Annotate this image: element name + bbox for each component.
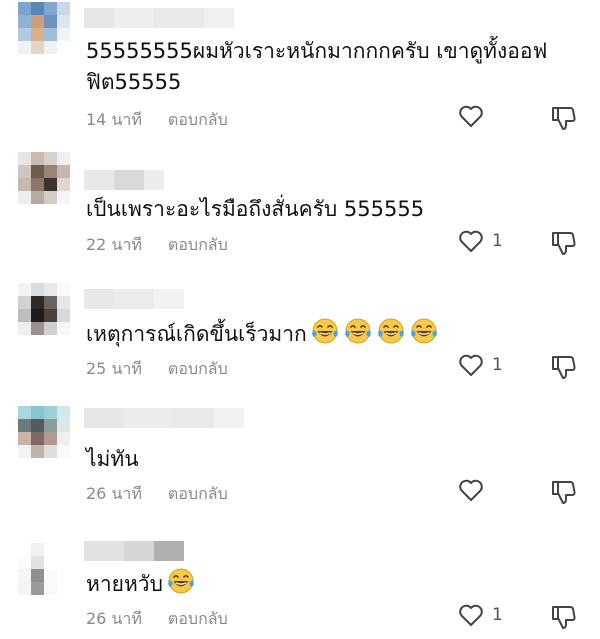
username-blurred[interactable] bbox=[84, 289, 184, 309]
heart-icon bbox=[459, 604, 483, 626]
dislike-button[interactable] bbox=[550, 353, 578, 385]
heart-icon bbox=[459, 354, 483, 376]
comment-time: 26 นาที bbox=[86, 484, 142, 503]
like-button[interactable] bbox=[458, 104, 492, 128]
thumbs-down-icon bbox=[552, 606, 576, 629]
like-button[interactable] bbox=[458, 478, 492, 502]
avatar[interactable] bbox=[18, 543, 70, 595]
reply-button[interactable]: ตอบกลับ bbox=[168, 482, 228, 507]
reply-button[interactable]: ตอบกลับ bbox=[168, 357, 228, 382]
thumbs-down-icon bbox=[552, 356, 576, 379]
username-blurred[interactable] bbox=[84, 170, 164, 190]
face-with-tears-of-joy-icon bbox=[410, 318, 437, 344]
thumbs-down-icon bbox=[552, 107, 576, 130]
like-button[interactable]: 1 bbox=[458, 353, 503, 377]
reply-button[interactable]: ตอบกลับ bbox=[168, 607, 228, 632]
comment-text: หายหวับ bbox=[86, 567, 566, 600]
username-blurred[interactable] bbox=[84, 408, 244, 428]
comment-meta: 14 นาที ตอบกลับ bbox=[86, 108, 228, 133]
dislike-button[interactable] bbox=[550, 229, 578, 261]
dislike-button[interactable] bbox=[550, 603, 578, 635]
thumbs-down-icon bbox=[552, 481, 576, 504]
comment-time: 25 นาที bbox=[86, 359, 142, 378]
username-blurred[interactable] bbox=[84, 8, 234, 28]
emoji-group bbox=[307, 318, 439, 346]
comment-time: 14 นาที bbox=[86, 110, 142, 129]
comment-time: 26 นาที bbox=[86, 609, 142, 628]
comment-text: เป็นเพราะอะไรมือถึงสั่นครับ 555555 bbox=[86, 197, 425, 221]
reply-button[interactable]: ตอบกลับ bbox=[168, 233, 228, 258]
heart-icon bbox=[459, 479, 483, 501]
heart-icon bbox=[459, 230, 483, 252]
avatar[interactable] bbox=[18, 406, 70, 458]
face-with-tears-of-joy-icon bbox=[311, 318, 338, 344]
like-button[interactable]: 1 bbox=[458, 229, 503, 253]
like-count: 1 bbox=[492, 605, 503, 625]
face-with-tears-of-joy-icon bbox=[168, 568, 194, 594]
face-with-tears-of-joy-icon bbox=[377, 318, 404, 344]
comment-text: 55555555ผมหัวเราะหนักมากกกครับ เขาดูทั้ง… bbox=[86, 39, 548, 94]
comment-meta: 26 นาที ตอบกลับ bbox=[86, 607, 228, 632]
avatar[interactable] bbox=[18, 283, 70, 335]
emoji-group bbox=[163, 568, 196, 596]
comment-text-content: เหตุการณ์เกิดขึ้นเร็วมาก bbox=[86, 322, 307, 346]
comment-text: ไม่ทัน bbox=[86, 447, 139, 471]
like-count: 1 bbox=[492, 231, 503, 251]
like-count: 1 bbox=[492, 355, 503, 375]
comment-meta: 26 นาที ตอบกลับ bbox=[86, 482, 228, 507]
comment-time: 22 นาที bbox=[86, 235, 142, 254]
face-with-tears-of-joy-icon bbox=[344, 318, 371, 344]
comment-meta: 25 นาที ตอบกลับ bbox=[86, 357, 228, 382]
dislike-button[interactable] bbox=[550, 478, 578, 510]
comment-text-content: หายหวับ bbox=[86, 572, 163, 596]
like-button[interactable]: 1 bbox=[458, 603, 503, 627]
username-blurred[interactable] bbox=[84, 541, 184, 561]
avatar[interactable] bbox=[18, 152, 70, 204]
reply-button[interactable]: ตอบกลับ bbox=[168, 108, 228, 133]
avatar[interactable] bbox=[18, 2, 70, 54]
heart-icon bbox=[459, 105, 483, 127]
comment-meta: 22 นาที ตอบกลับ bbox=[86, 233, 228, 258]
dislike-button[interactable] bbox=[550, 104, 578, 136]
thumbs-down-icon bbox=[552, 232, 576, 255]
comment-text: เหตุการณ์เกิดขึ้นเร็วมาก bbox=[86, 317, 566, 350]
